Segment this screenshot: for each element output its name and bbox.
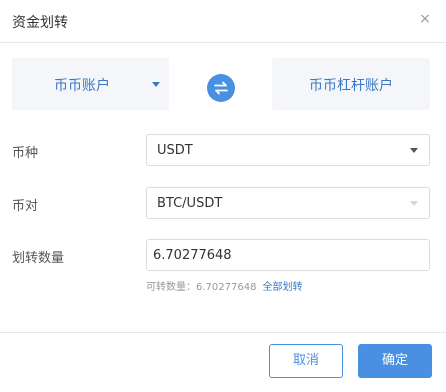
available-hint: 可转数量：6.70277648 全部划转 <box>146 278 302 293</box>
pair-select[interactable]: BTC/USDT <box>146 187 430 219</box>
confirm-button[interactable]: 确定 <box>358 344 432 378</box>
dialog-title: 资金划转 <box>12 15 68 31</box>
pair-label: 币对 <box>12 199 39 214</box>
currency-select[interactable]: USDT <box>146 134 430 166</box>
pair-value: BTC/USDT <box>157 196 223 211</box>
close-icon[interactable]: × <box>417 11 433 27</box>
amount-field-wrapper <box>146 239 430 271</box>
chevron-down-icon <box>152 82 160 87</box>
to-account-label: 币币杠杆账户 <box>309 78 393 94</box>
available-amount-text: 可转数量：6.70277648 <box>146 282 257 293</box>
dialog-footer: 取消 确定 <box>0 332 446 392</box>
transfer-dialog: 资金划转 × 币币账户 币币杠杆账户 币种 USDT 币对 BTC/USDT 划… <box>0 0 446 392</box>
amount-input[interactable] <box>147 240 429 270</box>
currency-label: 币种 <box>12 146 39 161</box>
swap-arrows-icon[interactable] <box>207 74 235 102</box>
dialog-header: 资金划转 × <box>0 0 446 43</box>
chevron-down-icon <box>410 148 418 153</box>
chevron-down-icon <box>410 201 418 206</box>
cancel-button[interactable]: 取消 <box>269 344 343 378</box>
from-account-select[interactable]: 币币账户 <box>12 58 169 110</box>
to-account-display: 币币杠杆账户 <box>272 58 430 110</box>
amount-label: 划转数量 <box>12 251 65 266</box>
from-account-label: 币币账户 <box>54 78 110 94</box>
currency-value: USDT <box>157 143 193 158</box>
transfer-all-link[interactable]: 全部划转 <box>262 282 302 293</box>
